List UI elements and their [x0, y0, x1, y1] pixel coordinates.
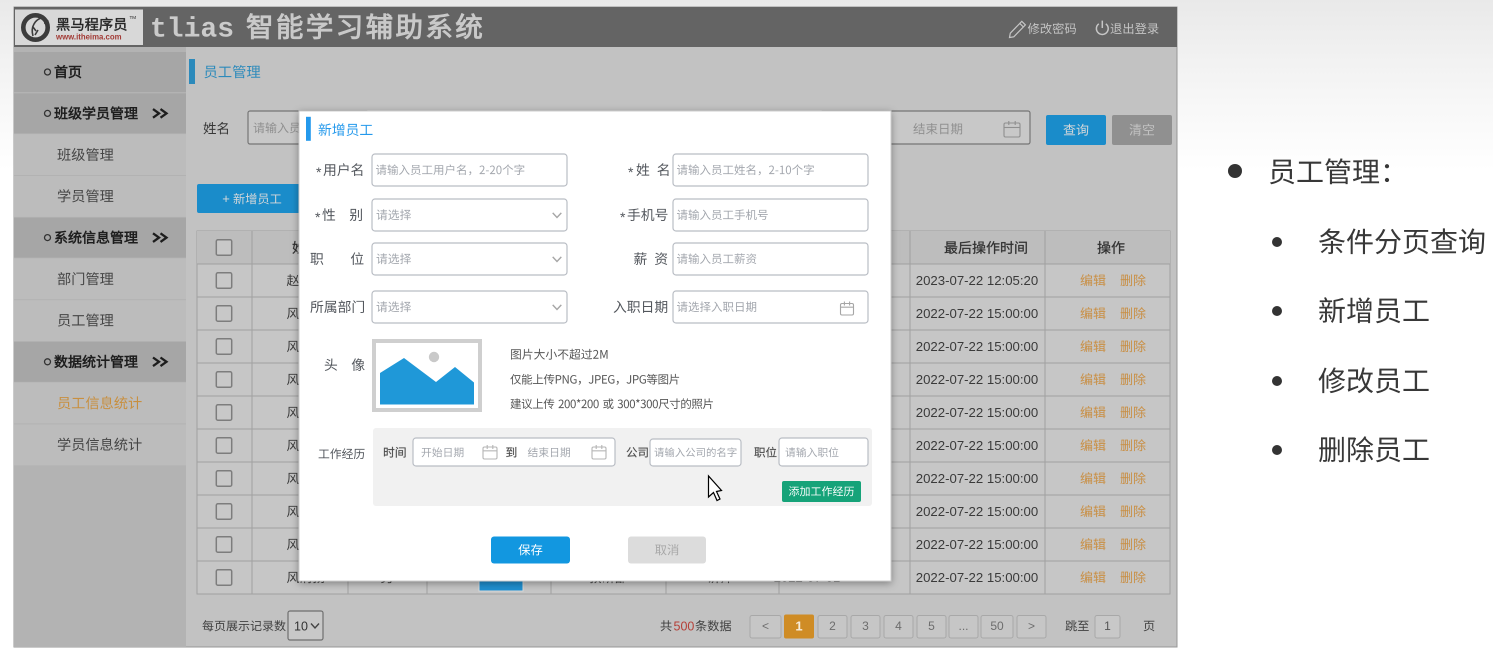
svg-text:*: *: [315, 209, 321, 225]
svg-text:*: *: [620, 209, 626, 225]
svg-text:2022-07-22 15:00:00: 2022-07-22 15:00:00: [916, 438, 1038, 453]
svg-text:1: 1: [795, 619, 802, 634]
svg-text:<: <: [762, 619, 769, 633]
svg-text:+: +: [222, 191, 230, 206]
svg-text:www.itheima.com: www.itheima.com: [55, 33, 122, 42]
svg-text:2022-07-22 15:00:00: 2022-07-22 15:00:00: [916, 537, 1038, 552]
svg-text:2023-07-22 12:05:20: 2023-07-22 12:05:20: [916, 273, 1038, 288]
svg-text:1: 1: [1104, 619, 1111, 633]
svg-text:500: 500: [674, 619, 695, 633]
svg-text:2: 2: [829, 619, 836, 633]
svg-text:2022-07-22 15:00:00: 2022-07-22 15:00:00: [916, 504, 1038, 519]
svg-text:2022-07-22 15:00:00: 2022-07-22 15:00:00: [916, 372, 1038, 387]
svg-text:4: 4: [895, 619, 902, 633]
svg-text:*: *: [316, 164, 322, 180]
svg-text:3: 3: [862, 619, 869, 633]
svg-text:tlias: tlias: [150, 15, 234, 46]
svg-text:2022-07-22 15:00:00: 2022-07-22 15:00:00: [916, 339, 1038, 354]
svg-text:2022-07-22 15:00:00: 2022-07-22 15:00:00: [916, 405, 1038, 420]
svg-text:...: ...: [958, 619, 968, 633]
svg-text:TM: TM: [130, 15, 137, 20]
svg-text:2022-07-22 15:00:00: 2022-07-22 15:00:00: [916, 306, 1038, 321]
svg-text:*: *: [628, 164, 634, 180]
svg-text:2022-07-22 15:00:00: 2022-07-22 15:00:00: [916, 471, 1038, 486]
svg-text:50: 50: [990, 619, 1004, 633]
svg-text:2022-07-22 15:00:00: 2022-07-22 15:00:00: [916, 570, 1038, 585]
svg-text:5: 5: [928, 619, 935, 633]
svg-text:10: 10: [294, 619, 308, 633]
svg-text:>: >: [1028, 619, 1035, 633]
